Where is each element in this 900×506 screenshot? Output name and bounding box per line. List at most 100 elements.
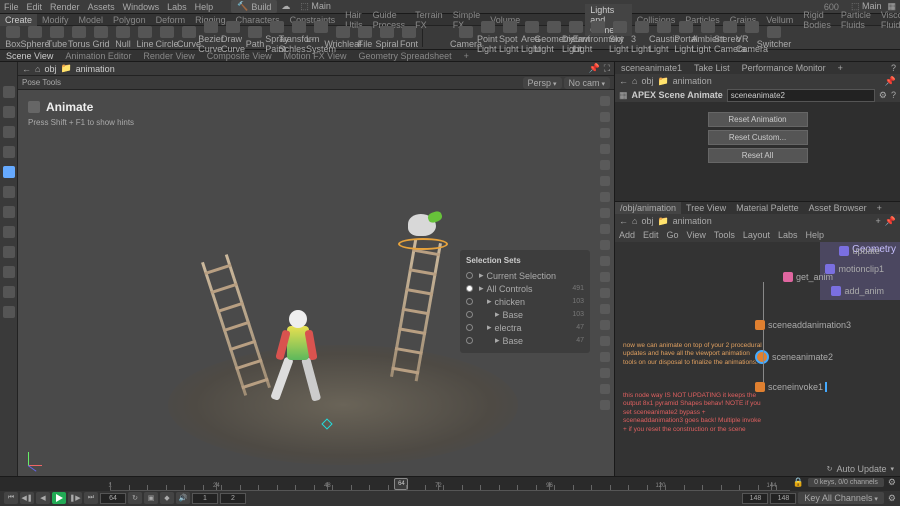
network-node[interactable]: sceneaddanimation3	[755, 320, 851, 330]
help-icon[interactable]: ?	[885, 62, 900, 74]
step-fwd-button[interactable]: ❚▶	[68, 492, 82, 504]
display-option-icon[interactable]	[600, 208, 610, 218]
snap-tool-icon[interactable]	[3, 186, 15, 198]
node-name-field[interactable]	[727, 89, 875, 102]
display-option-icon[interactable]	[600, 368, 610, 378]
goto-end-button[interactable]: ⏭	[84, 492, 98, 504]
shelf-tab[interactable]: Rigid Bodies	[798, 9, 836, 31]
home-icon[interactable]: ⌂	[632, 216, 637, 226]
sticky-note[interactable]: now we can animate on top of your 2 proc…	[623, 342, 763, 367]
selection-sets-panel[interactable]: Selection Sets ▸ Current Selection▸ All …	[460, 250, 590, 353]
key-icon[interactable]: ◆	[160, 492, 174, 504]
pin-icon[interactable]: 📌	[885, 76, 896, 87]
reset-custom-button[interactable]: Reset Custom...	[708, 130, 808, 145]
auto-update-toggle[interactable]: ↻ Auto Update ▾	[827, 464, 894, 474]
network-tab[interactable]: Asset Browser	[804, 202, 872, 214]
pane-tab[interactable]: Motion FX View	[278, 50, 353, 62]
display-option-icon[interactable]	[600, 288, 610, 298]
realtime-icon[interactable]: ▣	[144, 492, 158, 504]
camera-persp-dropdown[interactable]: Persp ▾	[523, 77, 562, 89]
display-option-icon[interactable]	[600, 352, 610, 362]
display-option-icon[interactable]	[600, 128, 610, 138]
misc-tool-icon[interactable]	[3, 266, 15, 278]
display-option-icon[interactable]	[600, 256, 610, 266]
param-tab[interactable]: Take List	[688, 62, 736, 74]
breadcrumb[interactable]: animation	[673, 216, 712, 226]
network-node[interactable]: sceneanimate2	[755, 350, 833, 364]
plus-icon[interactable]: +	[876, 216, 881, 226]
shelf-tab[interactable]: Vellum	[761, 14, 798, 26]
range-start-field[interactable]: 1	[192, 493, 218, 504]
display-option-icon[interactable]	[600, 400, 610, 410]
net-menu-item[interactable]: Add	[619, 230, 635, 240]
shelf-tool[interactable]: Sky Light	[609, 21, 631, 54]
shelf-tool[interactable]: Tube	[46, 26, 68, 49]
shelf-tool[interactable]: Spiral	[376, 26, 398, 49]
display-option-icon[interactable]	[600, 176, 610, 186]
network-tab[interactable]: Material Palette	[731, 202, 804, 214]
pose-tools-label[interactable]: Pose Tools	[22, 78, 61, 87]
back-icon[interactable]: ←	[619, 216, 628, 226]
home-icon[interactable]: ⌂	[35, 64, 40, 74]
shelf-tab[interactable]: Deform	[151, 14, 191, 26]
net-menu-item[interactable]: Go	[667, 230, 679, 240]
pin-icon[interactable]: 📌	[885, 216, 896, 227]
shelf-tool[interactable]: Curve	[178, 26, 200, 49]
selection-set-row[interactable]: ▸ Base47	[466, 334, 584, 347]
menu-file[interactable]: File	[4, 2, 19, 12]
display-option-icon[interactable]	[600, 192, 610, 202]
selection-set-row[interactable]: ▸ All Controls491	[466, 282, 584, 295]
shelf-tool[interactable]: VR Camera	[741, 21, 763, 54]
selection-set-row[interactable]: ▸ Base103	[466, 308, 584, 321]
step-back-button[interactable]: ◀❚	[20, 492, 34, 504]
3d-viewport[interactable]: Animate Press Shift + F1 to show hints S…	[18, 90, 614, 476]
shelf-tool[interactable]: Camera	[455, 26, 477, 49]
loop-icon[interactable]: ↻	[128, 492, 142, 504]
shelf-tab[interactable]: Modify	[37, 14, 74, 26]
display-option-icon[interactable]	[600, 336, 610, 346]
breadcrumb[interactable]: obj	[44, 64, 56, 74]
play-button[interactable]	[52, 492, 66, 504]
goto-start-button[interactable]: ⏮	[4, 492, 18, 504]
build-button[interactable]: 🔨 Build	[231, 0, 277, 13]
shelf-tool[interactable]: Line	[134, 26, 156, 49]
breadcrumb[interactable]: obj	[641, 216, 653, 226]
timeline-ruler[interactable]: 64 124487296120144 🔒 0 keys, 0/0 channel…	[0, 477, 900, 491]
display-option-icon[interactable]	[600, 320, 610, 330]
param-tab-add[interactable]: +	[832, 62, 849, 74]
network-node[interactable]: sceneinvoke1	[755, 382, 827, 392]
shelf-tool[interactable]: File	[354, 26, 376, 49]
misc-tool-icon[interactable]	[3, 286, 15, 298]
display-option-icon[interactable]	[600, 112, 610, 122]
pane-tab[interactable]: Scene View	[0, 50, 59, 62]
selection-set-row[interactable]: ▸ Current Selection	[466, 269, 584, 282]
camera-nocam-dropdown[interactable]: No cam ▾	[564, 77, 610, 89]
shelf-tab[interactable]: Create	[0, 14, 37, 26]
net-menu-item[interactable]: Tools	[714, 230, 735, 240]
breadcrumb[interactable]: obj	[641, 76, 653, 86]
shelf-tool[interactable]: Torus	[68, 26, 90, 49]
display-option-icon[interactable]	[600, 272, 610, 282]
view-tool-icon[interactable]	[3, 206, 15, 218]
net-menu-item[interactable]: Edit	[643, 230, 659, 240]
reset-all-button[interactable]: Reset All	[708, 148, 808, 163]
chicken-rig[interactable]	[398, 208, 448, 248]
network-node[interactable]: get_anim	[783, 272, 833, 282]
selection-set-row[interactable]: ▸ chicken103	[466, 295, 584, 308]
network-tab-add[interactable]: +	[872, 202, 887, 214]
network-node[interactable]: update	[839, 246, 880, 256]
shelf-tool[interactable]: Spot Light	[499, 21, 521, 54]
menu-help[interactable]: Help	[195, 2, 214, 12]
cloud-icon[interactable]: ☁	[281, 1, 290, 12]
shelf-tool[interactable]: Caustic Light	[653, 21, 675, 54]
rotate-tool-icon[interactable]	[3, 126, 15, 138]
menu-assets[interactable]: Assets	[88, 2, 115, 12]
menu-labs[interactable]: Labs	[167, 2, 187, 12]
current-frame-field[interactable]: 64	[100, 493, 126, 504]
shelf-tool[interactable]: Circle	[156, 26, 178, 49]
network-tab[interactable]: /obj/animation	[615, 202, 681, 214]
gear-icon[interactable]: ⚙	[879, 90, 887, 101]
gear-icon[interactable]: ⚙	[888, 493, 896, 504]
inspect-tool-icon[interactable]	[3, 246, 15, 258]
network-node[interactable]: add_anim	[831, 286, 884, 296]
